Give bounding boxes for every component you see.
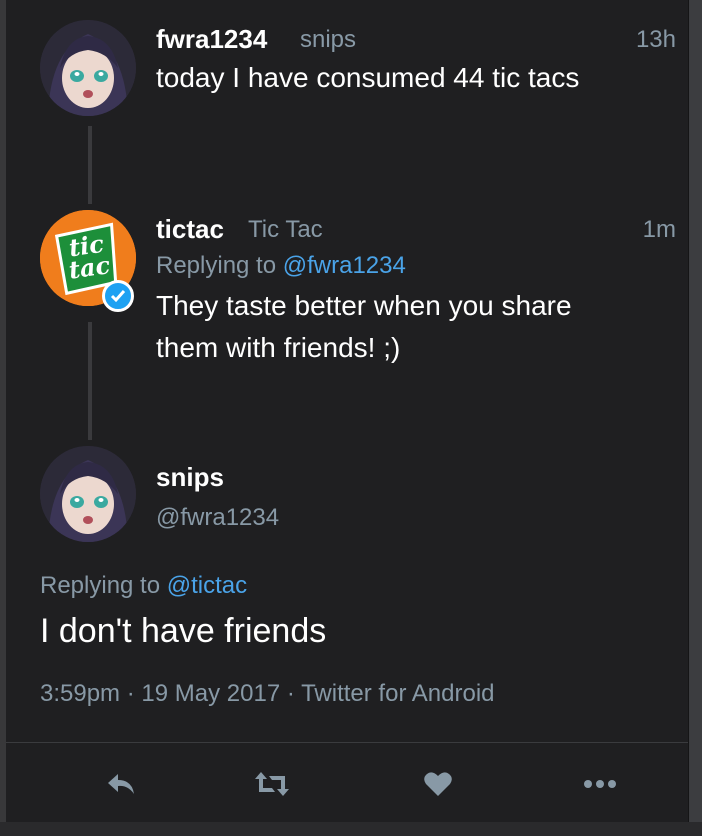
more-button[interactable]	[578, 762, 622, 806]
tweet-text-line-2: them with friends! ;)	[156, 332, 401, 363]
window-bottom-border	[0, 822, 702, 836]
author-handle[interactable]: snips	[300, 26, 356, 54]
meta-separator: ·	[286, 680, 295, 707]
like-button[interactable]	[416, 762, 460, 806]
author-name[interactable]: snips	[156, 462, 224, 493]
replying-to: Replying to @fwra1234	[156, 252, 406, 280]
meta-separator: ·	[126, 680, 135, 707]
svg-text:tac: tac	[67, 250, 112, 285]
retweet-icon	[255, 772, 289, 796]
tweet-text: I don't have friends	[40, 612, 327, 650]
author-name[interactable]: tictac	[156, 214, 224, 245]
tweet-time[interactable]: 1m	[643, 216, 676, 244]
replying-to-prefix: Replying to	[40, 572, 161, 599]
replying-to-prefix: Replying to	[156, 252, 277, 279]
tweet-date[interactable]: 19 May 2017	[141, 680, 280, 707]
tweet-source[interactable]: Twitter for Android	[301, 680, 494, 707]
tweet-time[interactable]: 13h	[636, 26, 676, 54]
more-icon	[584, 780, 616, 788]
reply-icon	[108, 774, 134, 794]
avatar[interactable]	[40, 446, 136, 542]
thread-connector	[88, 126, 92, 204]
mention-link[interactable]: @fwra1234	[283, 252, 406, 279]
author-handle[interactable]: @fwra1234	[156, 504, 279, 532]
like-icon	[424, 772, 452, 796]
tweet-meta: 3:59pm · 19 May 2017 · Twitter for Andro…	[40, 680, 495, 708]
window-left-border	[0, 0, 6, 836]
reply-button[interactable]	[100, 762, 144, 806]
avatar[interactable]	[40, 20, 136, 116]
thread-connector	[88, 322, 92, 440]
tweet-time[interactable]: 3:59pm	[40, 680, 120, 707]
replying-to: Replying to @tictac	[40, 572, 247, 600]
mention-link[interactable]: @tictac	[167, 572, 247, 599]
author-handle[interactable]: Tic Tac	[248, 216, 323, 244]
verified-badge-icon	[102, 280, 134, 312]
tweet-text-line-1: They taste better when you share	[156, 290, 572, 321]
retweet-button[interactable]	[250, 762, 294, 806]
divider	[6, 742, 688, 743]
author-name[interactable]: fwra1234	[156, 24, 267, 55]
tweet-text: today I have consumed 44 tic tacs	[156, 62, 580, 93]
scrollbar-track[interactable]	[688, 0, 702, 836]
